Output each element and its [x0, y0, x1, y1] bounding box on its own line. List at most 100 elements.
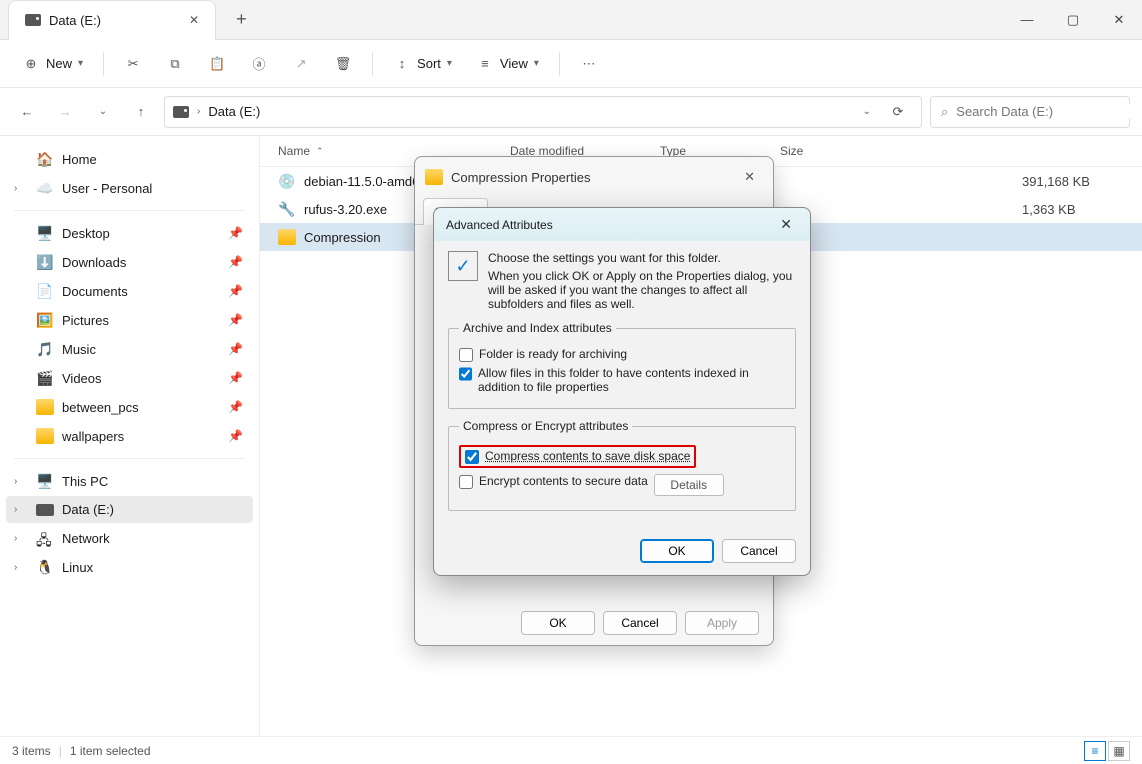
view-icon: ≡: [476, 55, 494, 73]
minimize-button[interactable]: —: [1004, 0, 1050, 40]
linux-icon: [36, 559, 54, 575]
more-button[interactable]: ⋯: [570, 49, 608, 79]
copy-icon: ⧉: [166, 55, 184, 73]
address-bar[interactable]: › Data (E:) ⌄ ⟳: [164, 96, 922, 128]
search-box[interactable]: ⌕: [930, 96, 1130, 128]
delete-button[interactable]: 🗑: [324, 49, 362, 79]
title-bar: Data (E:) ✕ + — ▢ ✕: [0, 0, 1142, 40]
close-button[interactable]: ✕: [1096, 0, 1142, 40]
pin-icon[interactable]: 📌: [228, 284, 243, 298]
desktop-icon: [36, 225, 54, 241]
sidebar-item-between-pcs[interactable]: between_pcs📌: [6, 393, 253, 421]
folder-icon: [425, 169, 443, 185]
sidebar-item-desktop[interactable]: Desktop📌: [6, 219, 253, 247]
sidebar-item-videos[interactable]: Videos📌: [6, 364, 253, 392]
details-button[interactable]: Details: [654, 474, 724, 496]
apply-button[interactable]: Apply: [685, 611, 759, 635]
grid-view-button[interactable]: ▦: [1108, 741, 1130, 761]
ok-button[interactable]: OK: [521, 611, 595, 635]
advanced-titlebar[interactable]: Advanced Attributes ✕: [434, 208, 810, 241]
sidebar-item-network[interactable]: ›Network: [6, 524, 253, 552]
copy-button[interactable]: ⧉: [156, 49, 194, 79]
documents-icon: [36, 283, 54, 299]
chevron-down-icon[interactable]: ⌄: [863, 106, 871, 117]
refresh-button[interactable]: ⟳: [883, 97, 913, 127]
search-input[interactable]: [956, 104, 1132, 119]
sidebar-item-user[interactable]: ›User - Personal: [6, 174, 253, 202]
recent-dropdown[interactable]: ⌄: [88, 97, 118, 127]
compress-checkbox[interactable]: [465, 450, 479, 464]
pin-icon[interactable]: 📌: [228, 342, 243, 356]
close-button[interactable]: ✕: [774, 214, 798, 235]
pin-icon[interactable]: 📌: [228, 313, 243, 327]
view-label: View: [500, 56, 528, 71]
sort-asc-icon: ⌃: [316, 146, 324, 157]
pin-icon[interactable]: 📌: [228, 371, 243, 385]
sidebar-item-linux[interactable]: ›Linux: [6, 553, 253, 581]
cut-button[interactable]: ✂: [114, 49, 152, 79]
advanced-attributes-dialog: Advanced Attributes ✕ ✓ Choose the setti…: [433, 207, 811, 576]
folder-icon: [36, 399, 54, 415]
paste-button[interactable]: 📋: [198, 49, 236, 79]
ok-button[interactable]: OK: [640, 539, 714, 563]
compress-row-highlight: Compress contents to save disk space: [459, 445, 696, 468]
drive-icon: [25, 14, 41, 26]
plus-circle-icon: ⊕: [22, 55, 40, 73]
index-label: Allow files in this folder to have conte…: [478, 366, 785, 394]
compress-encrypt-legend: Compress or Encrypt attributes: [459, 419, 632, 433]
chevron-down-icon: ▾: [447, 58, 452, 69]
trash-icon: 🗑: [334, 55, 352, 73]
sidebar-item-music[interactable]: Music📌: [6, 335, 253, 363]
new-tab-button[interactable]: +: [228, 5, 255, 34]
sidebar-item-documents[interactable]: Documents📌: [6, 277, 253, 305]
properties-title: Compression Properties: [451, 170, 590, 185]
column-size[interactable]: Size: [780, 144, 900, 158]
chevron-down-icon: ▾: [78, 58, 83, 69]
folder-icon: [278, 229, 296, 245]
new-button[interactable]: ⊕ New ▾: [12, 49, 93, 79]
sidebar-item-this-pc[interactable]: ›This PC: [6, 467, 253, 495]
pin-icon[interactable]: 📌: [228, 226, 243, 240]
close-button[interactable]: ✕: [736, 165, 763, 189]
pin-icon[interactable]: 📌: [228, 429, 243, 443]
encrypt-checkbox[interactable]: [459, 475, 473, 489]
sidebar-item-home[interactable]: Home: [6, 145, 253, 173]
up-button[interactable]: ↑: [126, 97, 156, 127]
archive-checkbox[interactable]: [459, 348, 473, 362]
chevron-right-icon[interactable]: ›: [14, 562, 17, 573]
share-button[interactable]: ↗: [282, 49, 320, 79]
properties-titlebar[interactable]: Compression Properties ✕: [415, 157, 773, 197]
cancel-button[interactable]: Cancel: [722, 539, 796, 563]
window-tab[interactable]: Data (E:) ✕: [8, 0, 216, 40]
pin-icon[interactable]: 📌: [228, 400, 243, 414]
tab-close-button[interactable]: ✕: [189, 13, 199, 27]
pin-icon[interactable]: 📌: [228, 255, 243, 269]
properties-buttons: OK Cancel Apply: [415, 601, 773, 645]
sidebar-item-pictures[interactable]: Pictures📌: [6, 306, 253, 334]
chevron-right-icon[interactable]: ›: [14, 504, 17, 515]
advanced-buttons: OK Cancel: [434, 531, 810, 575]
sort-button[interactable]: ↕ Sort ▾: [383, 49, 462, 79]
chevron-right-icon[interactable]: ›: [14, 183, 17, 194]
cancel-button[interactable]: Cancel: [603, 611, 677, 635]
folder-icon: [36, 428, 54, 444]
chevron-right-icon[interactable]: ›: [14, 476, 17, 487]
sidebar-item-data-e[interactable]: ›Data (E:): [6, 496, 253, 523]
disc-icon: [278, 173, 296, 189]
chevron-right-icon[interactable]: ›: [14, 533, 17, 544]
back-button[interactable]: ←: [12, 97, 42, 127]
details-view-button[interactable]: ≡: [1084, 741, 1106, 761]
view-button[interactable]: ≡ View ▾: [466, 49, 549, 79]
sidebar-item-wallpapers[interactable]: wallpapers📌: [6, 422, 253, 450]
chevron-right-icon: ›: [197, 106, 200, 117]
downloads-icon: [36, 254, 54, 270]
maximize-button[interactable]: ▢: [1050, 0, 1096, 40]
address-path: Data (E:): [208, 104, 260, 119]
index-checkbox[interactable]: [459, 367, 472, 381]
advanced-header-1: Choose the settings you want for this fo…: [488, 251, 796, 265]
rename-icon: ⓐ: [250, 55, 268, 73]
forward-button[interactable]: →: [50, 97, 80, 127]
rename-button[interactable]: ⓐ: [240, 49, 278, 79]
sidebar-item-downloads[interactable]: Downloads📌: [6, 248, 253, 276]
music-icon: [36, 341, 54, 357]
